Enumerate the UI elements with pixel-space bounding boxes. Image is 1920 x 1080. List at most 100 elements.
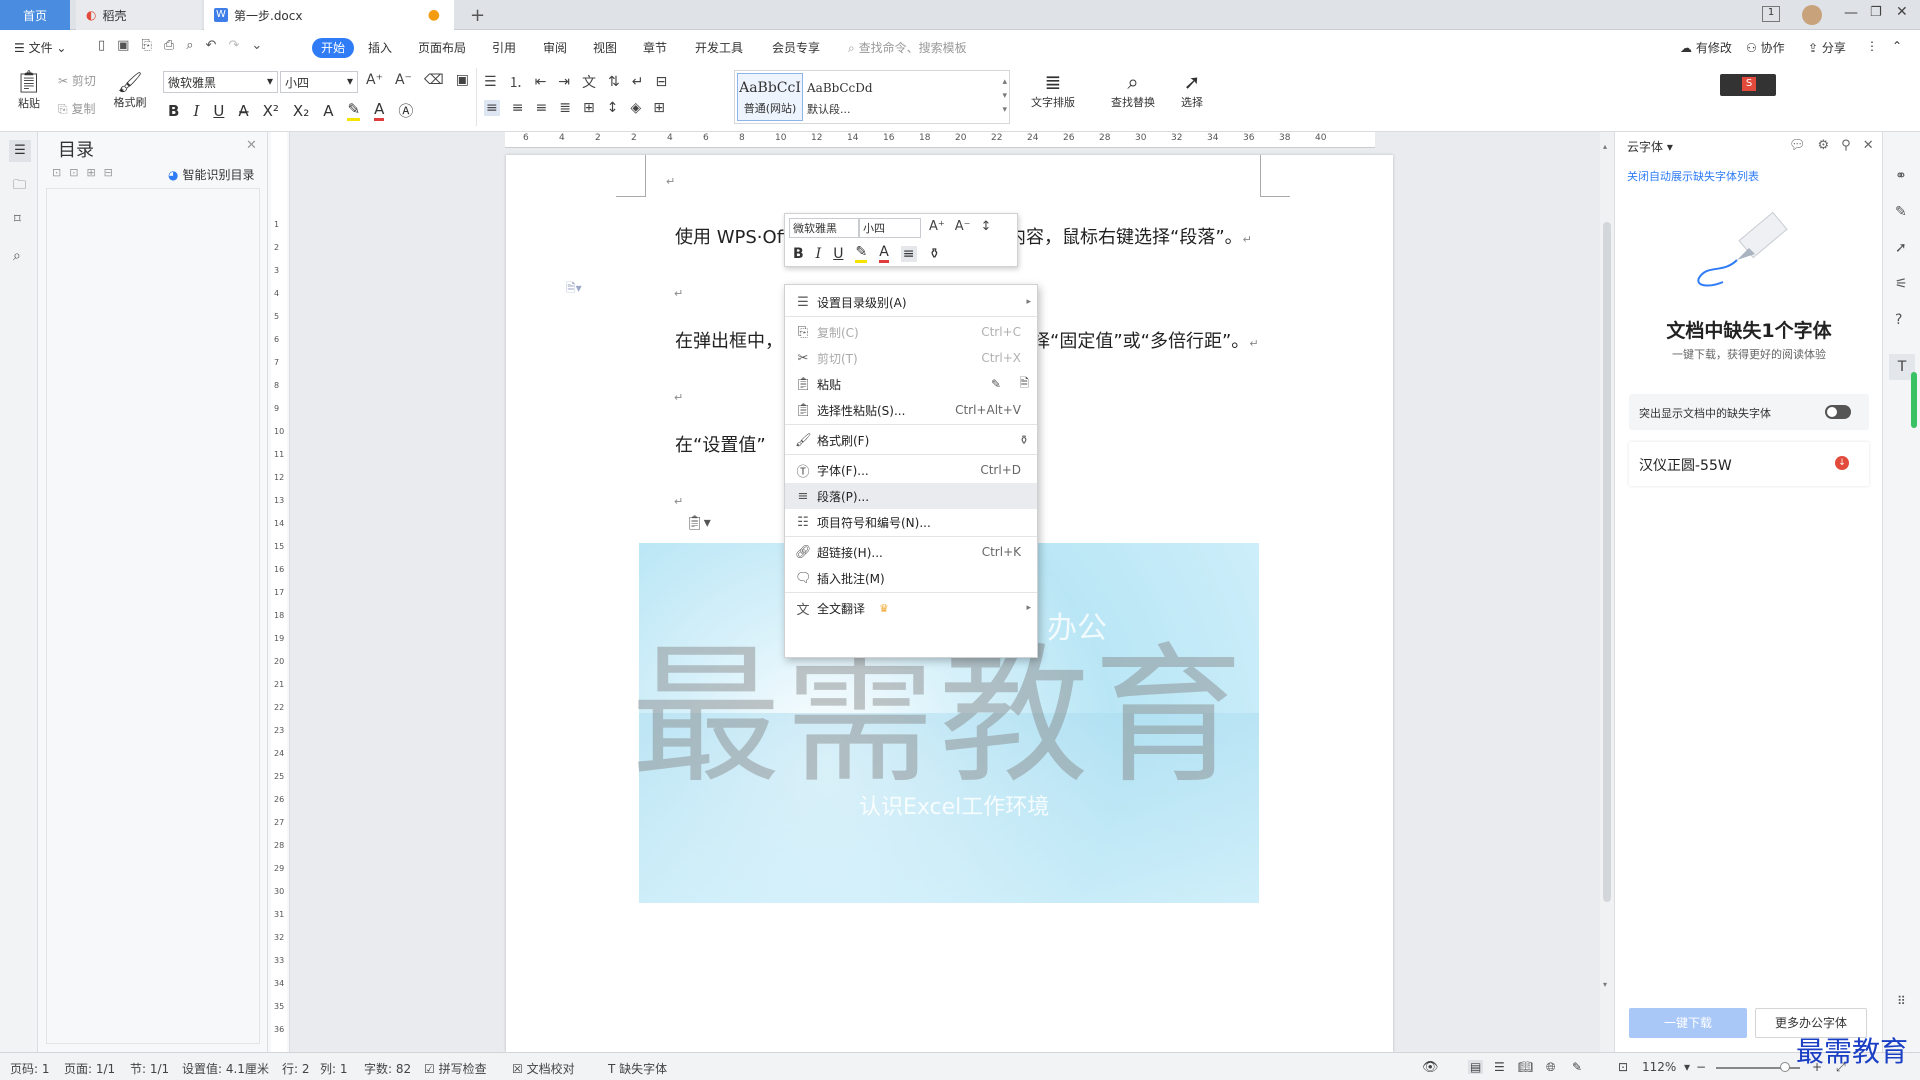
outdent-icon[interactable]: ⇤	[535, 74, 547, 90]
shrink-font-icon[interactable]: A⁻	[395, 72, 412, 88]
page-view-icon[interactable]: ▤	[1468, 1060, 1484, 1074]
tab-review[interactable]: 审阅	[543, 39, 567, 56]
context-menu-item[interactable]: 🔗︎ 超链接(H)... Ctrl+K	[785, 539, 1037, 565]
paragraph-1[interactable]: 使用 WPS·Off	[675, 223, 789, 249]
char-shading-icon[interactable]: Ⓐ	[398, 100, 413, 121]
tab-member[interactable]: 会员专享	[772, 39, 820, 56]
underline-icon[interactable]: U	[833, 246, 843, 262]
highlight-icon[interactable]: ✎	[855, 244, 868, 263]
missing-font-item[interactable]: 汉仪正圆-55W ↓	[1629, 442, 1869, 486]
italic-icon[interactable]: I	[816, 246, 822, 262]
distribute-icon[interactable]: ⊞	[583, 100, 595, 116]
export-icon[interactable]: ⎘	[141, 38, 151, 53]
font-color-icon[interactable]: A	[879, 244, 889, 263]
align-center-icon[interactable]: ≡	[512, 100, 524, 116]
grow-font-icon[interactable]: A⁺	[929, 219, 945, 234]
toc-nav-icon[interactable]: ☰	[9, 140, 31, 162]
style-normal-web[interactable]: AaBbCcI 普通(网站)	[737, 73, 803, 121]
align-left-icon[interactable]: ≡	[484, 100, 500, 116]
collapse-ribbon-icon[interactable]: ⌃	[1892, 39, 1902, 53]
superscript-icon[interactable]: X²	[263, 102, 279, 120]
context-menu-item[interactable]: ✂ 剪切(T) Ctrl+X	[785, 345, 1037, 371]
find-replace-button[interactable]: ⌕ 查找替换	[1104, 70, 1162, 110]
cloud-font-title[interactable]: 云字体 ▾	[1627, 138, 1673, 155]
status-page[interactable]: 页码: 1	[10, 1060, 50, 1077]
read-view-icon[interactable]: 📖︎	[1518, 1060, 1533, 1074]
print-icon[interactable]: ⎙	[164, 38, 174, 53]
vertical-scrollbar[interactable]: ▴ ▾	[1600, 132, 1614, 1052]
bold-icon[interactable]: B	[168, 102, 179, 120]
customize-icon[interactable]: ⌄	[251, 38, 262, 53]
tab-page-layout[interactable]: 页面布局	[418, 39, 466, 56]
text-effect-icon[interactable]: A	[323, 102, 333, 120]
context-menu-item[interactable]: 文全文翻译 ▸ ♛	[785, 595, 1037, 621]
modified-button[interactable]: ☁ 有修改	[1680, 39, 1732, 56]
chapter-nav-icon[interactable]: 🗀︎	[13, 176, 26, 198]
tab-chapter[interactable]: 章节	[643, 39, 667, 56]
format-painter-button[interactable]: 🖌︎ 格式刷	[110, 70, 150, 110]
copy-button[interactable]: ⎘ 复制	[58, 100, 95, 117]
borders-icon[interactable]: ⊞	[653, 100, 665, 116]
search-icon[interactable]: ⌕	[13, 248, 21, 264]
smart-toc-button[interactable]: ◕ 智能识别目录	[168, 166, 255, 183]
font-name-select[interactable]: 微软雅黑 ▾	[163, 71, 278, 93]
status-pages[interactable]: 页面: 1/1	[64, 1060, 115, 1077]
context-menu-item[interactable]: ⎘ 复制(C) Ctrl+C	[785, 319, 1037, 345]
context-menu-item[interactable]: 📋︎ 选择性粘贴(S)... Ctrl+Alt+V	[785, 397, 1037, 423]
zoom-out-icon[interactable]: −	[1696, 1060, 1706, 1074]
paragraph-options-icon[interactable]: 🗎︎▾	[566, 279, 582, 300]
font-size-select[interactable]: 小四 ▾	[280, 71, 358, 93]
expand-icon[interactable]: ⊡	[52, 166, 61, 179]
highlight-icon[interactable]: ✎	[347, 100, 361, 121]
download-font-icon[interactable]: ↓	[1835, 456, 1849, 470]
pin-icon[interactable]: ⚲	[1841, 138, 1851, 153]
line-spacing-icon[interactable]: ↕	[607, 100, 619, 116]
avatar[interactable]	[1802, 5, 1822, 25]
tab-document[interactable]: W 第一步.docx ●	[204, 0, 454, 30]
tab-daoke[interactable]: ◐ 稻壳	[76, 0, 202, 30]
paragraph-2[interactable]: 在弹出框中，	[675, 327, 783, 353]
command-search[interactable]: ⌕ 查找命令、搜索模板	[848, 39, 967, 56]
tab-insert[interactable]: 插入	[368, 39, 392, 56]
context-menu-item[interactable]: ☰ 设置目录级别(A) ▸	[785, 289, 1037, 315]
scrollbar-thumb[interactable]	[1603, 222, 1611, 902]
new-tab-button[interactable]: +	[460, 0, 485, 30]
scroll-up-icon[interactable]: ▴	[1603, 142, 1611, 151]
recording-widget[interactable]: S	[1720, 74, 1776, 96]
subscript-icon[interactable]: X₂	[293, 102, 309, 120]
tab-home[interactable]: 首页	[0, 0, 70, 30]
bullet-list-icon[interactable]: ☰	[484, 74, 497, 90]
context-menu-item[interactable]: Ⓣ 字体(F)... Ctrl+D	[785, 457, 1037, 483]
numbered-list-icon[interactable]: ⒈	[509, 72, 523, 92]
bold-icon[interactable]: B	[793, 246, 804, 262]
cut-button[interactable]: ✂ 剪切	[58, 72, 96, 89]
justify-icon[interactable]: ≣	[559, 100, 571, 116]
one-click-download-button[interactable]: 一键下载	[1629, 1008, 1747, 1038]
sort-icon[interactable]: ⇅	[608, 74, 620, 90]
gear-icon[interactable]: ⚙	[1818, 138, 1830, 153]
dots-icon[interactable]: ⠿	[1897, 994, 1906, 1008]
redo-icon[interactable]: ↷	[228, 38, 239, 53]
print-preview-icon[interactable]: ⌕	[186, 38, 193, 53]
new-doc-icon[interactable]: ▯	[98, 38, 105, 53]
paragraph-3[interactable]: 在“设置值”	[675, 431, 766, 457]
file-menu[interactable]: ☰ 文件 ⌄	[14, 39, 66, 56]
outline-view-icon[interactable]: ☰	[1494, 1060, 1505, 1074]
collapse-icon[interactable]: ⊡	[69, 166, 78, 179]
format-painter-side-icon[interactable]: ⚱	[1019, 433, 1029, 447]
context-menu-item[interactable]: 🖌︎ 格式刷(F) ⚱	[785, 427, 1037, 453]
paragraph-2-end[interactable]: 择“固定值”或“多倍行距”。↵	[1032, 327, 1259, 353]
window-count-badge[interactable]: 1	[1762, 6, 1780, 22]
spell-check-button[interactable]: ☑ 拼写检查	[424, 1060, 487, 1077]
close-window-icon[interactable]: ✕	[1896, 4, 1908, 20]
paste-options-icon[interactable]: 📋︎▾	[686, 515, 711, 531]
paste-button[interactable]: 📋︎ 粘贴	[12, 70, 46, 111]
clear-format-icon[interactable]: ⌫	[424, 72, 444, 88]
select-button[interactable]: ➚ 选择	[1172, 70, 1212, 110]
bookmark-icon[interactable]: ⌑	[14, 212, 21, 227]
chinese-layout-icon[interactable]: 文	[582, 72, 596, 92]
char-border-icon[interactable]: ▣	[456, 72, 469, 88]
share-button[interactable]: ⇪ 分享	[1808, 39, 1846, 56]
save-icon[interactable]: ▣	[117, 38, 129, 53]
shrink-font-icon[interactable]: A⁻	[955, 219, 971, 234]
